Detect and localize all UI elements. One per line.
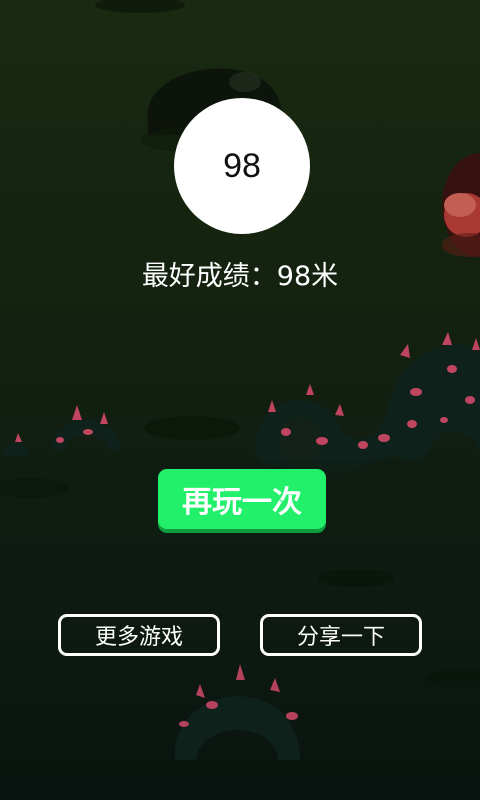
red-creature — [442, 153, 480, 257]
share-button[interactable]: 分享一下 — [260, 614, 422, 656]
shadow-puddle — [95, 0, 185, 13]
spiky-serpent — [255, 332, 480, 475]
replay-button[interactable]: 再玩一次 — [158, 469, 326, 529]
best-score-label: 最好成绩：98米 — [141, 261, 339, 292]
spiky-serpent-small — [0, 405, 120, 455]
shadow-puddle — [144, 416, 240, 440]
spiky-ring-bottom — [174, 664, 300, 760]
more-games-button[interactable]: 更多游戏 — [58, 614, 220, 656]
score-circle: 98 — [174, 98, 310, 234]
shadow-puddle — [425, 669, 480, 687]
shadow-puddle — [318, 569, 394, 587]
score-value: 98 — [223, 146, 261, 185]
